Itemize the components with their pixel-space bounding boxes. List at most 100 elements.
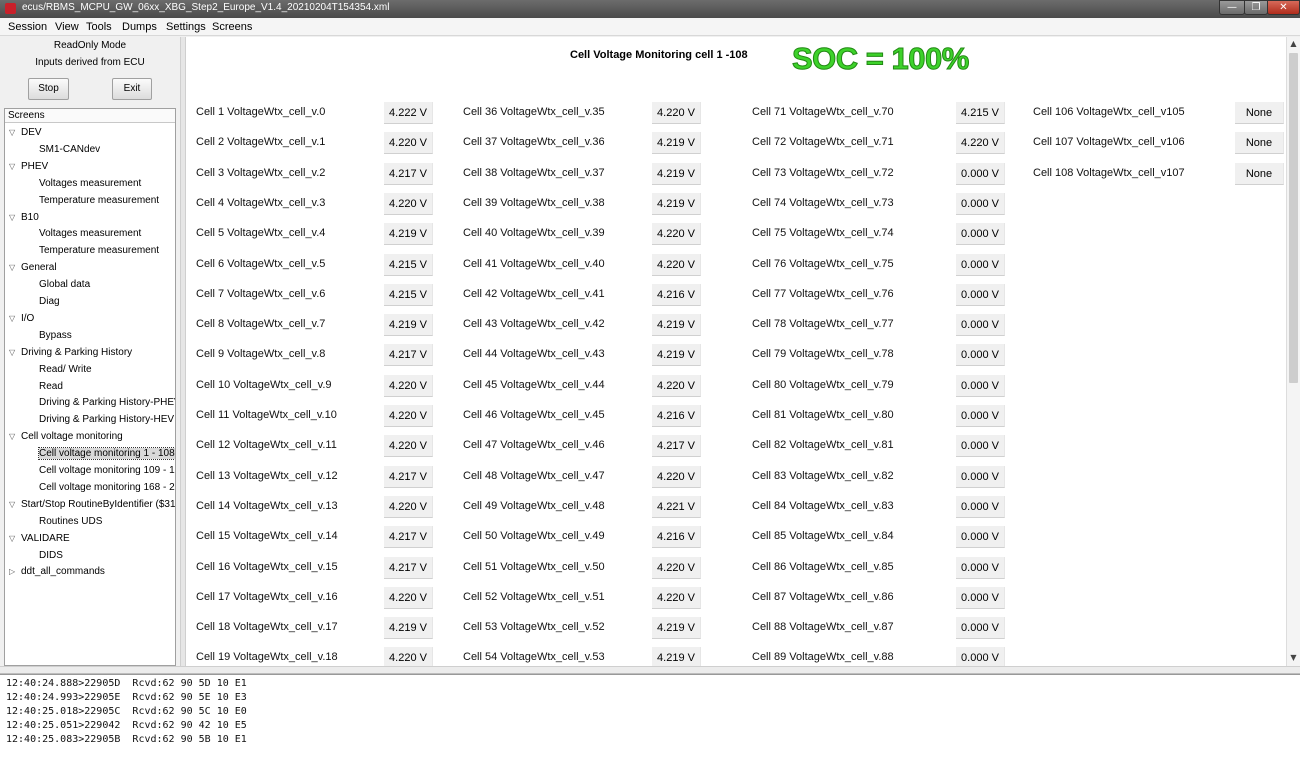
tree-group[interactable]: ▽ DEV — [9, 125, 42, 141]
tree-item-label: Driving & Parking History-HEV — [39, 414, 175, 426]
scroll-up-icon[interactable]: ▲ — [1287, 37, 1300, 50]
cell-label: Cell 81 VoltageWtx_cell_v.80 — [752, 409, 894, 421]
menu-dumps[interactable]: Dumps — [122, 21, 157, 33]
cell-voltage-value: 0.000 V — [956, 526, 1005, 549]
cell-voltage-value: 4.216 V — [652, 283, 701, 306]
collapse-arrow-icon[interactable]: ▽ — [9, 345, 21, 361]
tree-item[interactable]: Routines UDS — [39, 514, 102, 530]
cell-voltage-value: 4.219 V — [652, 192, 701, 215]
menu-view[interactable]: View — [55, 21, 79, 33]
menu-tools[interactable]: Tools — [86, 21, 112, 33]
cell-voltage-value: 4.221 V — [652, 495, 701, 518]
cell-voltage-value: 4.220 V — [652, 253, 701, 276]
collapse-arrow-icon[interactable]: ▽ — [9, 260, 21, 276]
cell-voltage-value: 0.000 V — [956, 374, 1005, 397]
tree-group[interactable]: ▷ ddt_all_commands — [9, 564, 105, 580]
tree-item[interactable]: Read/ Write — [39, 362, 92, 378]
cell-label: Cell 77 VoltageWtx_cell_v.76 — [752, 287, 894, 300]
cell-label: Cell 8 VoltageWtx_cell_v.7 — [196, 318, 326, 331]
log-line: 12:40:24.888>22905D Rcvd:62 90 5D 10 E1 — [6, 678, 247, 689]
tree-group[interactable]: ▽ B10 — [9, 210, 39, 226]
tree-item[interactable]: Temperature measurement — [39, 193, 159, 209]
menu-settings[interactable]: Settings — [166, 21, 206, 33]
tree-group[interactable]: ▽ General — [9, 260, 57, 276]
tree-item[interactable]: SM1-CANdev — [39, 142, 100, 158]
cell-voltage-value: 0.000 V — [956, 223, 1005, 246]
tree-group[interactable]: ▽ Cell voltage monitoring — [9, 429, 123, 445]
collapse-arrow-icon[interactable]: ▽ — [9, 210, 21, 226]
scroll-down-icon[interactable]: ▼ — [1287, 651, 1300, 664]
tree-item[interactable]: Voltages measurement — [39, 176, 141, 192]
cell-label: Cell 76 VoltageWtx_cell_v.75 — [752, 257, 894, 270]
cell-voltage-value: 4.220 V — [384, 374, 433, 397]
collapse-arrow-icon[interactable]: ▽ — [9, 159, 21, 175]
cell-voltage-value: 0.000 V — [956, 465, 1005, 488]
tree-item-label: B10 — [21, 211, 39, 223]
collapse-arrow-icon[interactable]: ▽ — [9, 429, 21, 445]
tree-item[interactable]: Driving & Parking History-PHEV — [39, 395, 176, 411]
tree-item-label: Read/ Write — [39, 363, 92, 375]
cell-label: Cell 7 VoltageWtx_cell_v.6 — [196, 287, 326, 300]
tree-item[interactable]: Bypass — [39, 328, 72, 344]
cell-voltage-value: 4.217 V — [384, 344, 433, 367]
tree-item[interactable]: Global data — [39, 277, 90, 293]
cell-label: Cell 5 VoltageWtx_cell_v.4 — [196, 227, 326, 240]
cell-voltage-value: 4.220 V — [652, 556, 701, 579]
tree-item-label: DIDS — [39, 549, 63, 561]
cell-voltage-value: 4.220 V — [384, 435, 433, 458]
tree-item-label: Start/Stop RoutineByIdentifier ($31) — [21, 498, 176, 510]
readonly-mode-label: ReadOnly Mode — [53, 40, 127, 51]
main-panel: Cell Voltage Monitoring cell 1 -108 SOC … — [186, 37, 1286, 666]
cell-label: Cell 14 VoltageWtx_cell_v.13 — [196, 499, 338, 512]
cell-voltage-value: 0.000 V — [956, 162, 1005, 185]
tree-item-label: Driving & Parking History-PHEV — [39, 397, 176, 409]
tree-item-label: I/O — [21, 312, 35, 324]
scroll-thumb[interactable] — [1289, 53, 1298, 383]
minimize-button[interactable]: — — [1219, 0, 1245, 15]
tree-item[interactable]: Diag — [39, 294, 60, 310]
horizontal-splitter[interactable] — [0, 666, 1300, 674]
tree-item-label: Routines UDS — [39, 515, 103, 527]
cell-label: Cell 17 VoltageWtx_cell_v.16 — [196, 590, 338, 603]
cell-label: Cell 89 VoltageWtx_cell_v.88 — [752, 651, 894, 664]
tree-group[interactable]: ▽ Driving & Parking History — [9, 345, 132, 361]
log-console[interactable]: 12:40:24.888>22905D Rcvd:62 90 5D 10 E1 … — [0, 674, 1300, 759]
cell-voltage-value: 4.215 V — [384, 283, 433, 306]
tree-item-label: Cell voltage monitoring 109 - 167 — [39, 465, 176, 476]
tree-group[interactable]: ▽ I/O — [9, 311, 34, 327]
tree-group[interactable]: ▽ VALIDARE — [9, 531, 70, 547]
tree-item[interactable]: Voltages measurement — [39, 226, 141, 242]
menu-screens[interactable]: Screens — [212, 21, 252, 33]
exit-button[interactable]: Exit — [112, 78, 152, 100]
cell-label: Cell 108 VoltageWtx_cell_v107 — [1033, 166, 1185, 179]
tree-item[interactable]: Cell voltage monitoring 1 - 108 — [38, 446, 175, 462]
tree-item-label: Cell voltage monitoring — [21, 431, 123, 443]
collapse-arrow-icon[interactable]: ▽ — [9, 311, 21, 327]
collapse-arrow-icon[interactable]: ▽ — [9, 497, 21, 513]
tree-item[interactable]: Read — [39, 379, 63, 395]
expand-arrow-icon[interactable]: ▷ — [9, 564, 21, 580]
collapse-arrow-icon[interactable]: ▽ — [9, 125, 21, 141]
cell-voltage-value: 4.220 V — [652, 465, 701, 488]
cell-voltage-value: 4.217 V — [384, 526, 433, 549]
screens-tree[interactable]: Screens ▽ DEV SM1-CANdev ▽ PHEV Voltages meas… — [4, 108, 176, 666]
menu-session[interactable]: Session — [8, 21, 47, 33]
tree-item[interactable]: Temperature measurement — [39, 243, 159, 259]
cell-voltage-value: 0.000 V — [956, 495, 1005, 518]
log-line: 12:40:25.018>22905C Rcvd:62 90 5C 10 E0 — [6, 706, 247, 717]
close-button[interactable]: ✕ — [1267, 0, 1300, 15]
tree-item[interactable]: Driving & Parking History-HEV — [39, 412, 174, 428]
tree-group[interactable]: ▽ PHEV — [9, 159, 48, 175]
cell-label: Cell 18 VoltageWtx_cell_v.17 — [196, 621, 338, 634]
cell-voltage-value: 0.000 V — [956, 586, 1005, 609]
tree-group[interactable]: ▽ Start/Stop RoutineByIdentifier ($31) — [9, 497, 176, 513]
maximize-button[interactable]: ❐ — [1244, 0, 1268, 15]
collapse-arrow-icon[interactable]: ▽ — [9, 531, 21, 547]
stop-button[interactable]: Stop — [28, 78, 69, 100]
vertical-scrollbar[interactable]: ▲ ▼ — [1286, 37, 1300, 666]
tree-item[interactable]: DIDS — [39, 548, 63, 564]
cell-label: Cell 41 VoltageWtx_cell_v.40 — [463, 257, 605, 270]
log-line: 12:40:25.051>229042 Rcvd:62 90 42 10 E5 — [6, 720, 247, 731]
tree-item[interactable]: Cell voltage monitoring 168 - 216 — [39, 480, 175, 496]
tree-item[interactable]: Cell voltage monitoring 109 - 167 — [39, 463, 176, 479]
